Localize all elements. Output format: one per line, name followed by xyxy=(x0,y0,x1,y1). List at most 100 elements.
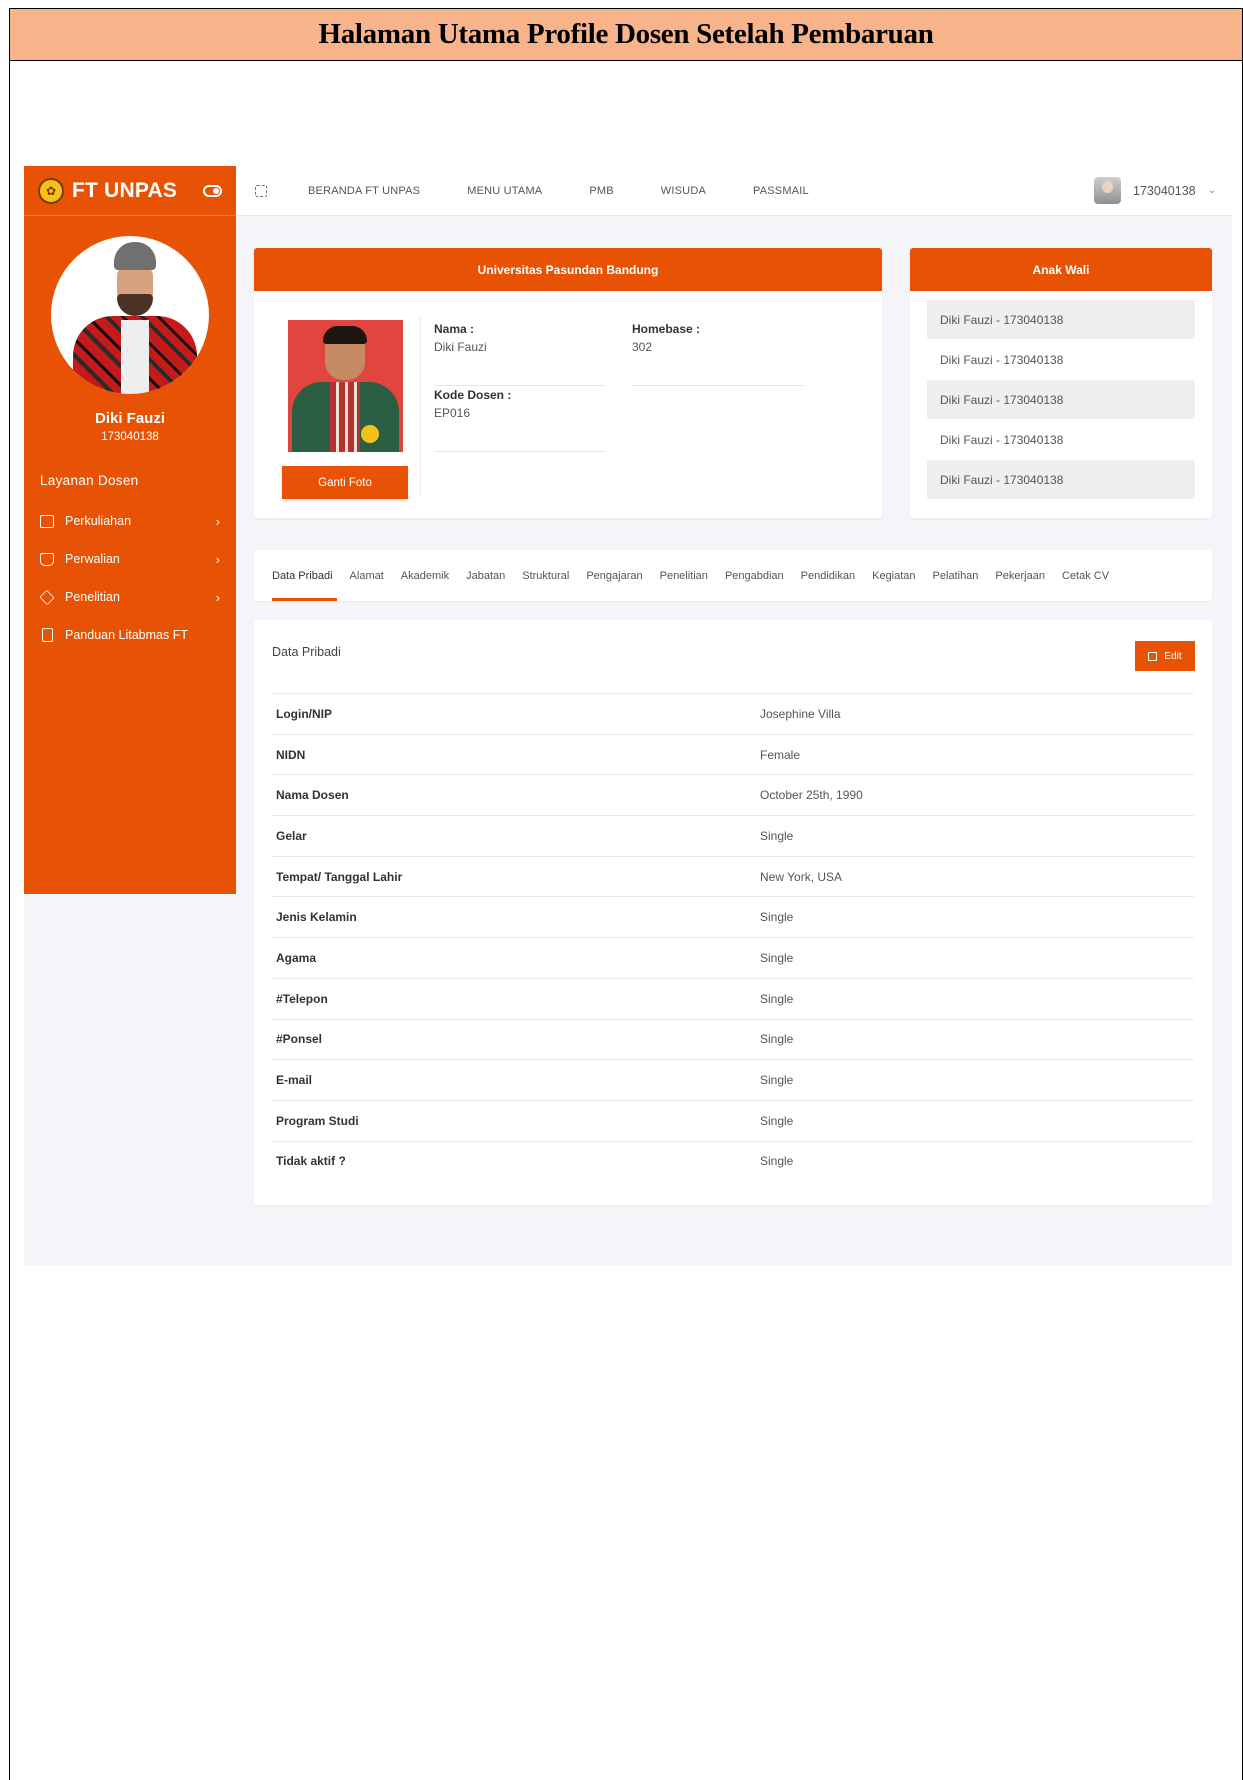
tab-cetak-cv[interactable]: Cetak CV xyxy=(1062,550,1109,601)
sidebar-header: ✿ FT UNPAS xyxy=(24,166,236,216)
row-key: Agama xyxy=(276,950,317,965)
sidebar-item-label: Panduan Litabmas FT xyxy=(65,628,188,642)
table-row: Program Studi Single xyxy=(272,1099,1194,1141)
anak-wali-list: Diki Fauzi - 173040138 Diki Fauzi - 1730… xyxy=(910,291,1212,499)
row-key: NIDN xyxy=(276,747,306,762)
profile-card-title: Universitas Pasundan Bandung xyxy=(254,248,882,291)
row-value: Single xyxy=(760,991,794,1006)
list-item[interactable]: Diki Fauzi - 173040138 xyxy=(927,300,1195,339)
field-label: Homebase : xyxy=(632,322,701,336)
lecturer-photo xyxy=(288,320,403,452)
data-pribadi-card: Data Pribadi Edit Login/NIP Josephine Vil… xyxy=(254,620,1212,1205)
row-value: Josephine Villa xyxy=(760,706,841,721)
row-key: E-mail xyxy=(276,1073,313,1088)
profile-tabs: Data Pribadi Alamat Akademik Jabatan Str… xyxy=(254,550,1212,601)
tab-pengajaran[interactable]: Pengajaran xyxy=(586,550,642,601)
tab-penelitian[interactable]: Penelitian xyxy=(660,550,708,601)
sidebar-item-penelitian[interactable]: Penelitian › xyxy=(24,578,236,616)
profile-card: Universitas Pasundan Bandung Ganti Foto … xyxy=(254,248,882,518)
brand-name: FT UNPAS xyxy=(72,178,178,202)
tab-pekerjaan[interactable]: Pekerjaan xyxy=(995,550,1045,601)
tab-akademik[interactable]: Akademik xyxy=(401,550,449,601)
chevron-right-icon: › xyxy=(215,589,220,605)
row-key: Login/NIP xyxy=(276,706,332,721)
clipboard-icon xyxy=(42,628,53,642)
field-label: Kode Dosen : xyxy=(434,388,512,402)
table-row: Tempat/ Tanggal Lahir New York, USA xyxy=(272,855,1194,897)
tab-data-pribadi[interactable]: Data Pribadi xyxy=(272,550,337,601)
chevron-right-icon: › xyxy=(215,551,220,567)
table-row: Nama Dosen October 25th, 1990 xyxy=(272,774,1194,815)
row-value: Single xyxy=(760,828,794,843)
sidebar-item-panduan-litabmas[interactable]: Panduan Litabmas FT xyxy=(24,616,236,654)
row-value: Single xyxy=(760,1032,794,1047)
nav-wisuda[interactable]: WISUDA xyxy=(661,185,706,197)
list-item[interactable]: Diki Fauzi - 173040138 xyxy=(927,460,1195,499)
row-value: Single xyxy=(760,1073,794,1088)
caption-title: Halaman Utama Profile Dosen Setelah Pemb… xyxy=(318,18,934,50)
chevron-right-icon: › xyxy=(215,513,220,529)
edit-button[interactable]: Edit xyxy=(1135,641,1195,671)
nav-menu-utama[interactable]: MENU UTAMA xyxy=(467,185,542,197)
sidebar-toggle-icon[interactable] xyxy=(203,184,222,197)
change-photo-button[interactable]: Ganti Foto xyxy=(282,466,408,499)
sidebar-item-perkuliahan[interactable]: Perkuliahan › xyxy=(24,502,236,540)
topbar: BERANDA FT UNPAS MENU UTAMA PMB WISUDA P… xyxy=(236,166,1232,216)
field-homebase: Homebase : 302 xyxy=(632,322,804,386)
list-item[interactable]: Diki Fauzi - 173040138 xyxy=(927,420,1195,459)
list-item[interactable]: Diki Fauzi - 173040138 xyxy=(927,340,1195,379)
data-pribadi-table: Login/NIP Josephine Villa NIDN Female Nama D… xyxy=(272,693,1194,1181)
row-value: Single xyxy=(760,950,794,965)
row-value: Single xyxy=(760,1113,794,1128)
caption-bar: Halaman Utama Profile Dosen Setelah Pemb… xyxy=(10,9,1242,61)
table-row: Jenis Kelamin Single xyxy=(272,896,1194,937)
sidebar-item-perwalian[interactable]: Perwalian › xyxy=(24,540,236,578)
nav-beranda-ft-unpas[interactable]: BERANDA FT UNPAS xyxy=(308,185,420,197)
row-key: Tidak aktif ? xyxy=(276,1154,346,1169)
sidebar-user-name: Diki Fauzi xyxy=(94,410,165,427)
field-label: Nama : xyxy=(434,322,475,336)
tab-pengabdian[interactable]: Pengabdian xyxy=(725,550,784,601)
layers-icon xyxy=(39,589,55,605)
user-avatar xyxy=(1094,177,1122,204)
inbox-icon xyxy=(40,552,54,566)
row-key: #Ponsel xyxy=(276,1032,323,1047)
tab-alamat[interactable]: Alamat xyxy=(350,550,384,601)
app-screenshot: ✿ FT UNPAS Diki Fauzi 173040138 Layanan … xyxy=(24,166,1232,1265)
fullscreen-icon[interactable] xyxy=(255,184,267,197)
sidebar-item-label: Perwalian xyxy=(65,552,120,566)
tab-kegiatan[interactable]: Kegiatan xyxy=(872,550,915,601)
sidebar-section-title: Layanan Dosen xyxy=(40,473,139,488)
row-value: New York, USA xyxy=(760,869,843,884)
field-value: 302 xyxy=(632,340,653,354)
monitor-icon xyxy=(40,514,54,528)
tab-pendidikan[interactable]: Pendidikan xyxy=(801,550,855,601)
table-row: Tidak aktif ? Single xyxy=(272,1140,1194,1182)
table-row: #Telepon Single xyxy=(272,977,1194,1019)
tab-jabatan[interactable]: Jabatan xyxy=(466,550,505,601)
row-value: Single xyxy=(760,910,794,925)
row-value: Female xyxy=(760,747,801,762)
user-menu[interactable]: 173040138 ⌄ xyxy=(1094,177,1216,204)
list-item[interactable]: Diki Fauzi - 173040138 xyxy=(927,380,1195,419)
table-row: #Ponsel Single xyxy=(272,1018,1194,1060)
data-pribadi-title: Data Pribadi xyxy=(272,645,341,659)
divider xyxy=(420,316,421,498)
field-value: Diki Fauzi xyxy=(434,340,487,354)
row-key: Gelar xyxy=(276,828,307,843)
row-key: #Telepon xyxy=(276,991,328,1006)
anak-wali-title: Anak Wali xyxy=(910,248,1212,291)
chevron-down-icon: ⌄ xyxy=(1207,185,1216,196)
nav-passmail[interactable]: PASSMAIL xyxy=(753,185,809,197)
row-key: Program Studi xyxy=(276,1113,359,1128)
tab-pelatihan[interactable]: Pelatihan xyxy=(933,550,979,601)
field-kode-dosen: Kode Dosen : EP016 xyxy=(434,388,606,452)
row-value: Single xyxy=(760,1154,794,1169)
tab-struktural[interactable]: Struktural xyxy=(522,550,569,601)
sidebar-item-label: Perkuliahan xyxy=(65,514,132,528)
sidebar-item-label: Penelitian xyxy=(65,590,120,604)
nav-pmb[interactable]: PMB xyxy=(589,185,613,197)
row-key: Tempat/ Tanggal Lahir xyxy=(276,869,403,884)
row-key: Jenis Kelamin xyxy=(276,910,357,925)
unpas-logo-icon: ✿ xyxy=(38,177,64,204)
